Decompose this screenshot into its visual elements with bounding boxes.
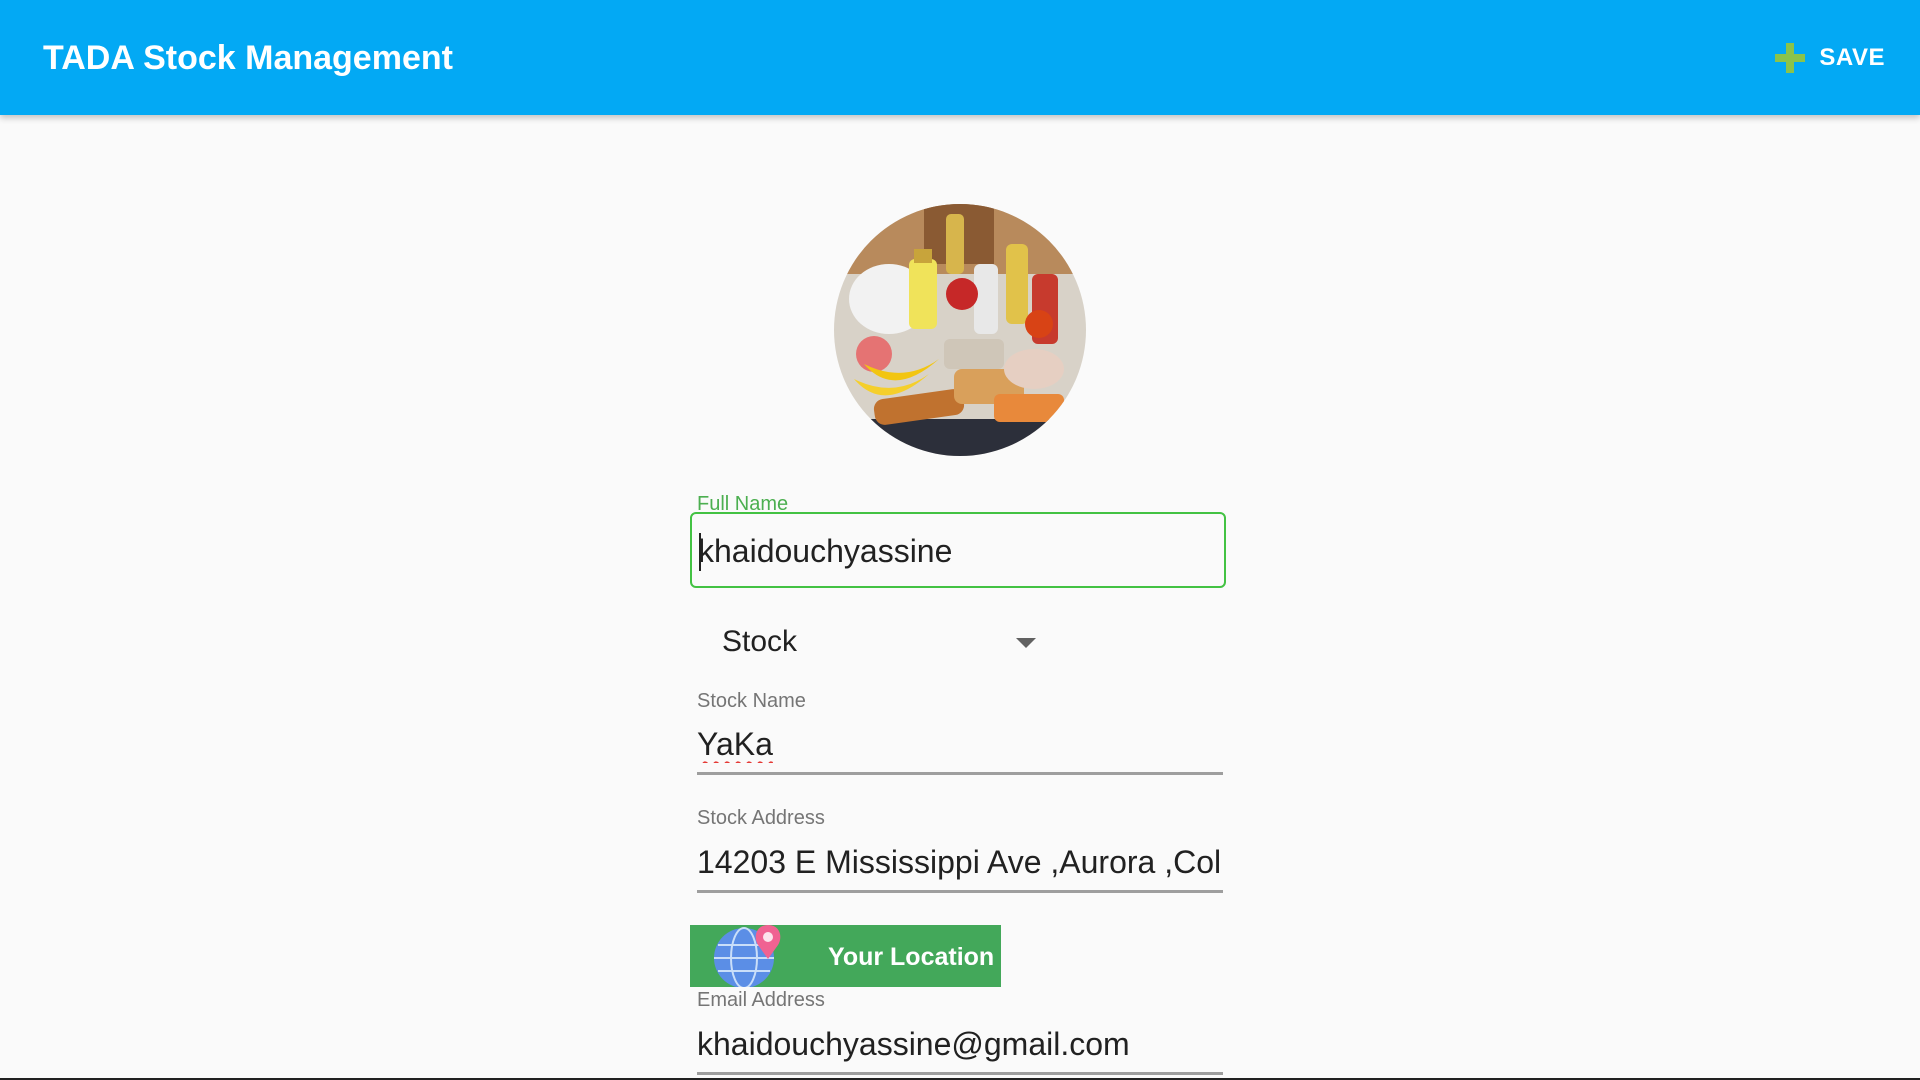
stock-name-field[interactable]: YaKa: [697, 715, 1223, 775]
full-name-field[interactable]: khaidouchyassine: [690, 512, 1226, 588]
stock-address-field[interactable]: 14203 E Mississippi Ave ,Aurora ,Col: [697, 833, 1223, 893]
email-label: Email Address: [697, 989, 825, 1011]
stock-address-label: Stock Address: [697, 807, 825, 829]
plus-icon: [1773, 41, 1807, 75]
your-location-button[interactable]: Your Location: [690, 925, 1001, 987]
email-field[interactable]: khaidouchyassine@gmail.com: [697, 1015, 1223, 1075]
email-value: khaidouchyassine@gmail.com: [697, 1026, 1130, 1062]
dropdown-arrow-icon: [1016, 638, 1036, 648]
stock-type-dropdown[interactable]: Stock: [697, 617, 1037, 667]
stock-name-value: YaKa: [697, 726, 773, 762]
stock-avatar-image[interactable]: [834, 204, 1086, 456]
profile-form: Full Name khaidouchyassine Stock Stock N…: [0, 115, 1920, 1080]
save-label: SAVE: [1819, 44, 1885, 71]
stock-type-selected: Stock: [722, 625, 798, 658]
stock-name-label: Stock Name: [697, 690, 806, 712]
stock-address-value: 14203 E Mississippi Ave ,Aurora ,Col: [697, 844, 1222, 880]
stock-name-value-wrap: YaKa: [697, 725, 1223, 763]
your-location-label: Your Location: [828, 943, 995, 971]
save-button[interactable]: SAVE: [1773, 38, 1885, 78]
globe-pin-icon: [706, 925, 786, 987]
text-caret: [699, 533, 701, 571]
app-bar: TADA Stock Management SAVE: [0, 0, 1920, 115]
groceries-photo: [834, 204, 1086, 456]
full-name-value: khaidouchyassine: [698, 533, 953, 569]
app-title: TADA Stock Management: [43, 39, 453, 77]
